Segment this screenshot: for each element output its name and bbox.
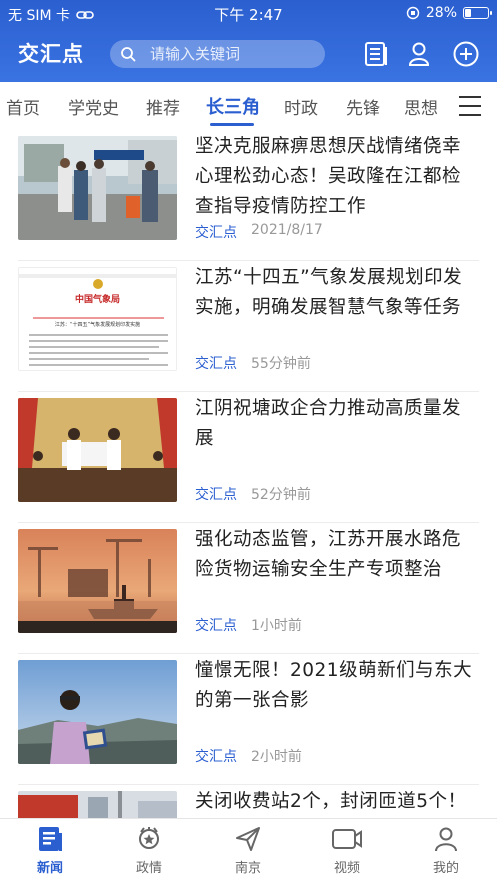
app-header: 无 SIM 卡 下午 2:47 28% 交汇点 (0, 0, 497, 82)
tab-pioneer[interactable]: 先锋 (346, 94, 380, 119)
nav-nanjing-label: 南京 (234, 861, 261, 876)
news-thumbnail (18, 398, 177, 502)
nav-politics-label: 政情 (135, 861, 162, 876)
news-source: 交汇点 (195, 225, 237, 241)
news-title: 憧憬无限！2021级萌新们与东大的第一张合影 (195, 660, 473, 711)
tab-home[interactable]: 首页 (6, 94, 40, 119)
nav-nanjing[interactable]: 南京 (213, 825, 283, 876)
user-button[interactable] (405, 40, 433, 68)
student-photo (18, 660, 177, 764)
news-thumbnail (18, 660, 177, 764)
channel-tabs: 首页 学党史 推荐 长三角 时政 先锋 思想 (0, 82, 497, 130)
news-source: 交汇点 (195, 749, 237, 765)
news-time: 55分钟前 (251, 356, 311, 372)
tab-thought[interactable]: 思想 (404, 94, 438, 119)
news-item[interactable]: 憧憬无限！2021级萌新们与东大的第一张合影 交汇点 2小时前 (0, 654, 497, 785)
news-item[interactable]: 江阴祝塘政企合力推动高质量发展 交汇点 52分钟前 (0, 392, 497, 523)
add-button[interactable] (452, 40, 480, 68)
status-right: 28% (406, 5, 492, 21)
app-title: 交汇点 (18, 42, 84, 66)
menu-icon-line (459, 105, 481, 107)
inspection-photo (18, 136, 177, 240)
search-bar[interactable] (110, 40, 325, 68)
news-title: 坚决克服麻痹思想厌战情绪侥幸心理松劲心态！吴政隆在江都检查指导疫情防控工作 (195, 136, 462, 217)
news-list: 坚决克服麻痹思想厌战情绪侥幸心理松劲心态！吴政隆在江都检查指导疫情防控工作 交汇… (0, 130, 497, 818)
news-thumbnail (18, 791, 177, 818)
nav-mine[interactable]: 我的 (411, 825, 481, 876)
news-time: 2021/8/17 (251, 222, 323, 238)
news-item[interactable]: 关闭收费站2个，封闭匝道5个！苏通大桥将集中化养护20天 (0, 785, 497, 818)
search-input[interactable] (150, 45, 310, 63)
search-icon (121, 47, 136, 62)
status-bar: 无 SIM 卡 下午 2:47 28% (0, 0, 497, 26)
tab-yangtze-delta[interactable]: 长三角 (206, 93, 260, 119)
document-screenshot (19, 268, 176, 370)
news-title: 关闭收费站2个，封闭匝道5个！苏通大桥将集中化养护20天 (195, 791, 467, 812)
nav-video[interactable]: 视频 (312, 825, 382, 876)
nav-politics[interactable]: 政情 (114, 825, 184, 876)
newspaper-icon (365, 42, 387, 66)
news-source: 交汇点 (195, 356, 237, 372)
profile-icon (435, 827, 457, 852)
news-item[interactable]: 中国气象局 江苏：“十四五”气象发展规划印发实施 江苏“十四五”气象发展规划印发… (0, 261, 497, 392)
bottom-nav: 新闻 政情 南京 视频 我的 (0, 818, 497, 883)
thumb-headline: 江苏：“十四五”气象发展规划印发实施 (54, 322, 141, 328)
newspaper-button[interactable] (362, 40, 390, 68)
send-icon (236, 827, 260, 851)
tab-recommend[interactable]: 推荐 (146, 94, 180, 119)
tab-party-history[interactable]: 学党史 (68, 94, 119, 119)
news-meta: 交汇点 52分钟前 (195, 484, 311, 504)
user-icon (408, 42, 430, 66)
thumb-org-title: 中国气象局 (74, 295, 120, 305)
battery-percent: 28% (425, 5, 457, 21)
video-icon (332, 829, 362, 849)
newspaper-icon (39, 827, 62, 851)
battery-fill (465, 9, 471, 17)
news-thumbnail (18, 529, 177, 633)
orientation-lock-icon (406, 6, 420, 20)
active-tab-indicator (210, 123, 254, 126)
ceremony-photo (18, 398, 177, 502)
tollgate-photo (18, 791, 177, 818)
menu-icon-line (459, 114, 481, 116)
news-time: 1小时前 (251, 618, 302, 634)
nav-video-label: 视频 (333, 861, 360, 876)
news-item[interactable]: 坚决克服麻痹思想厌战情绪侥幸心理松劲心态！吴政隆在江都检查指导疫情防控工作 交汇… (0, 130, 497, 261)
harbor-photo (18, 529, 177, 633)
medal-icon (139, 827, 159, 849)
news-meta: 交汇点 1小时前 (195, 615, 302, 635)
news-title: 强化动态监管，江苏开展水路危险货物运输安全生产专项整治 (195, 529, 462, 580)
menu-icon-line (459, 96, 481, 98)
news-source: 交汇点 (195, 487, 237, 503)
news-title: 江阴祝塘政企合力推动高质量发展 (195, 398, 462, 449)
nav-news[interactable]: 新闻 (15, 825, 85, 876)
nav-news-label: 新闻 (36, 861, 63, 876)
news-meta: 交汇点 2小时前 (195, 746, 302, 766)
nav-mine-label: 我的 (432, 861, 459, 876)
plus-circle-icon (453, 41, 479, 67)
news-thumbnail (18, 136, 177, 240)
tab-politics[interactable]: 时政 (284, 94, 318, 119)
news-time: 2小时前 (251, 749, 302, 765)
news-source: 交汇点 (195, 618, 237, 634)
channel-menu-button[interactable] (455, 90, 487, 122)
news-item[interactable]: 强化动态监管，江苏开展水路危险货物运输安全生产专项整治 交汇点 1小时前 (0, 523, 497, 654)
news-time: 52分钟前 (251, 487, 311, 503)
news-meta: 交汇点 2021/8/17 (195, 222, 323, 242)
news-thumbnail: 中国气象局 江苏：“十四五”气象发展规划印发实施 (18, 267, 177, 371)
news-meta: 交汇点 55分钟前 (195, 353, 311, 373)
battery-icon (463, 7, 492, 19)
news-title: 江苏“十四五”气象发展规划印发实施，明确发展智慧气象等任务 (195, 267, 463, 318)
